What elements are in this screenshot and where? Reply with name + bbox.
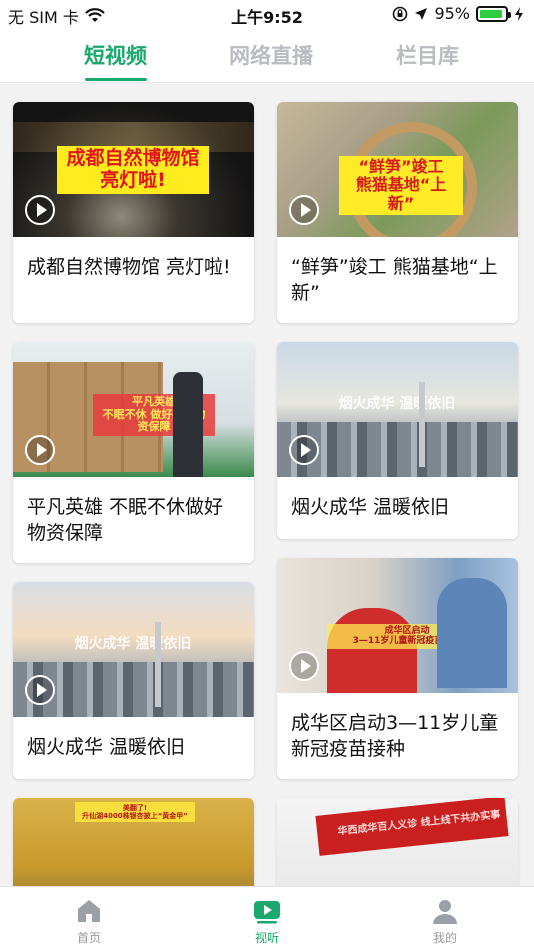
video-card[interactable]: “鲜笋”竣工 熊猫基地“上新” “鲜笋”竣工 熊猫基地“上新” xyxy=(277,102,518,323)
video-card[interactable]: 华西成华百人义诊 线上线下共办实事 xyxy=(277,798,518,886)
thumbnail-caption: 成华区启动 3—11岁儿童新冠疫苗接种 xyxy=(327,624,487,649)
play-icon[interactable] xyxy=(289,435,319,465)
thumbnail-caption: 美翻了! 升仙湖4000株银杏披上“黄金甲” xyxy=(75,802,195,823)
video-thumbnail[interactable]: 美翻了! 升仙湖4000株银杏披上“黄金甲” xyxy=(13,798,254,886)
video-card[interactable]: 成都自然博物馆 亮灯啦! 成都自然博物馆 亮灯啦! xyxy=(13,102,254,323)
play-icon[interactable] xyxy=(25,435,55,465)
thumbnail-caption: 平凡英雄 不眠不休 做好抗疫物资保障 xyxy=(93,394,215,436)
tab-label: 网络直播 xyxy=(229,44,313,68)
video-thumbnail[interactable]: 成华区启动 3—11岁儿童新冠疫苗接种 xyxy=(277,558,518,693)
bottom-nav-bar: 首页 视听 我的 xyxy=(0,886,534,950)
video-title[interactable]: 成华区启动3—11岁儿童新冠疫苗接种 xyxy=(277,693,518,779)
video-thumbnail[interactable]: 烟火成华 温暖依旧 xyxy=(13,582,254,717)
top-tab-bar: 短视频 网络直播 栏目库 xyxy=(0,28,534,83)
charging-icon xyxy=(515,6,523,21)
video-card[interactable]: 烟火成华 温暖依旧 烟火成华 温暖依旧 xyxy=(277,342,518,539)
thumbnail-caption: “鲜笋”竣工 熊猫基地“上新” xyxy=(339,156,463,216)
tab-program-library[interactable]: 栏目库 xyxy=(396,40,459,70)
video-thumbnail[interactable]: “鲜笋”竣工 熊猫基地“上新” xyxy=(277,102,518,237)
thumbnail-caption: 烟火成华 温暖依旧 xyxy=(74,636,192,652)
thumbnail-caption: 烟火成华 温暖依旧 xyxy=(338,396,456,412)
video-title[interactable]: 烟火成华 温暖依旧 xyxy=(13,717,254,779)
video-thumbnail[interactable]: 成都自然博物馆 亮灯啦! xyxy=(13,102,254,237)
video-thumbnail[interactable]: 烟火成华 温暖依旧 xyxy=(277,342,518,477)
nav-label: 视听 xyxy=(254,931,279,945)
battery-icon xyxy=(476,5,511,22)
video-card[interactable]: 平凡英雄 不眠不休 做好抗疫物资保障 平凡英雄 不眠不休做好物资保障 xyxy=(13,342,254,563)
user-icon xyxy=(433,900,457,924)
video-card[interactable]: 成华区启动 3—11岁儿童新冠疫苗接种 成华区启动3—11岁儿童新冠疫苗接种 xyxy=(277,558,518,779)
play-icon[interactable] xyxy=(289,195,319,225)
tab-label: 短视频 xyxy=(84,44,147,68)
tab-live-stream[interactable]: 网络直播 xyxy=(229,40,313,70)
nav-label: 我的 xyxy=(432,931,457,945)
nav-item-home[interactable]: 首页 xyxy=(49,897,129,946)
video-title[interactable]: “鲜笋”竣工 熊猫基地“上新” xyxy=(277,237,518,323)
play-icon[interactable] xyxy=(25,195,55,225)
video-play-icon xyxy=(254,901,280,924)
battery-percent: 95% xyxy=(434,4,470,23)
video-card[interactable]: 烟火成华 温暖依旧 烟火成华 温暖依旧 xyxy=(13,582,254,779)
location-icon xyxy=(415,7,428,20)
video-title[interactable]: 烟火成华 温暖依旧 xyxy=(277,477,518,539)
home-icon xyxy=(78,900,100,922)
status-right: 95% xyxy=(392,4,524,23)
video-title[interactable]: 平凡英雄 不眠不休做好物资保障 xyxy=(13,477,254,563)
video-grid: 成都自然博物馆 亮灯啦! 成都自然博物馆 亮灯啦! “鲜笋”竣工 熊猫基地“上新… xyxy=(0,84,534,886)
nav-item-me[interactable]: 我的 xyxy=(405,897,485,946)
orientation-lock-icon xyxy=(393,6,408,21)
active-tab-indicator xyxy=(84,78,147,81)
video-card[interactable]: 美翻了! 升仙湖4000株银杏披上“黄金甲” xyxy=(13,798,254,886)
nav-label: 首页 xyxy=(76,931,101,945)
status-bar: 无 SIM 卡 上午9:52 95% xyxy=(0,0,534,28)
play-icon[interactable] xyxy=(289,651,319,681)
thumbnail-caption: 成都自然博物馆 亮灯啦! xyxy=(57,146,209,194)
nav-item-listen[interactable]: 视听 xyxy=(227,897,307,946)
thumbnail-caption: 华西成华百人义诊 线上线下共办实事 xyxy=(337,809,501,838)
video-title[interactable]: 成都自然博物馆 亮灯啦! xyxy=(13,237,254,323)
video-thumbnail[interactable]: 华西成华百人义诊 线上线下共办实事 xyxy=(277,798,518,886)
tab-label: 栏目库 xyxy=(396,44,459,68)
video-thumbnail[interactable]: 平凡英雄 不眠不休 做好抗疫物资保障 xyxy=(13,342,254,477)
play-icon[interactable] xyxy=(25,675,55,705)
tab-short-video[interactable]: 短视频 xyxy=(84,40,147,81)
